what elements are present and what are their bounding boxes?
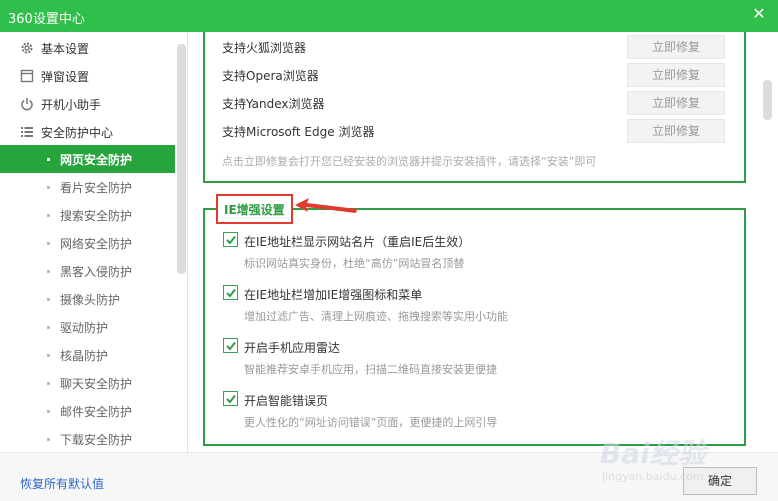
gear-icon bbox=[20, 41, 34, 55]
section-title-highlight: IE增强设置 bbox=[216, 194, 293, 224]
annotation-arrow-icon bbox=[295, 198, 357, 213]
restore-defaults-link[interactable]: 恢复所有默认值 bbox=[20, 475, 104, 492]
sidebar-item-popup-settings[interactable]: 弹窗设置 bbox=[0, 62, 175, 90]
sidebar: 基本设置 弹窗设置 开机小助手 安全防护中心 网页安全防护 看片安全防护 搜索安… bbox=[0, 32, 188, 452]
sidebar-item-search-security[interactable]: 搜索安全防护 bbox=[0, 201, 175, 229]
option-description: 更人性化的“网址访问错误”页面，更便捷的上网引导 bbox=[244, 416, 498, 429]
option-label: 开启手机应用雷达 bbox=[244, 341, 341, 355]
option-description: 增加过滤广告、清理上网痕迹、拖拽搜索等实用小功能 bbox=[244, 310, 508, 323]
sidebar-item-label: 网页安全防护 bbox=[60, 152, 133, 167]
browser-label: 支持Microsoft Edge 浏览器 bbox=[222, 125, 375, 139]
option-label: 在IE地址栏显示网站名片（重启IE后生效） bbox=[244, 235, 471, 249]
sidebar-item-basic-settings[interactable]: 基本设置 bbox=[0, 34, 175, 62]
sidebar-item-web-security[interactable]: 网页安全防护 bbox=[0, 145, 175, 173]
popup-window-icon bbox=[20, 69, 34, 83]
sidebar-item-label: 聊天安全防护 bbox=[60, 376, 133, 391]
sidebar-item-label: 摄像头防护 bbox=[60, 292, 121, 307]
sidebar-item-label: 弹窗设置 bbox=[41, 69, 90, 84]
section-title: IE增强设置 bbox=[224, 202, 285, 217]
sidebar-item-label: 搜索安全防护 bbox=[60, 208, 133, 223]
option-label: 在IE地址栏增加IE增强图标和菜单 bbox=[244, 288, 423, 302]
option-mobile-app-radar: 开启手机应用雷达 智能推荐安卓手机应用，扫描二维码直接安装更便捷 bbox=[223, 337, 733, 383]
browser-support-panel: 支持火狐浏览器 立即修复 支持Opera浏览器 立即修复 支持Yandex浏览器… bbox=[203, 32, 746, 183]
sidebar-item-label: 驱动防护 bbox=[60, 320, 109, 335]
watermark: Bai经验 jingyan.baidu.com bbox=[590, 432, 770, 492]
sidebar-item-label: 邮件安全防护 bbox=[60, 404, 133, 419]
option-show-site-card: 在IE地址栏显示网站名片（重启IE后生效） 标识网站真实身份，杜绝“高仿”网站冒… bbox=[223, 231, 733, 277]
install-hint: 点击立即修复会打开您已经安装的浏览器并提示安装插件，请选择“安装”即可 bbox=[222, 155, 597, 168]
option-description: 智能推荐安卓手机应用，扫描二维码直接安装更便捷 bbox=[244, 363, 497, 376]
sidebar-item-mail-security[interactable]: 邮件安全防护 bbox=[0, 397, 175, 425]
sidebar-item-boot-helper[interactable]: 开机小助手 bbox=[0, 90, 175, 118]
sidebar-scrollbar[interactable] bbox=[177, 44, 186, 274]
browser-row-opera: 支持Opera浏览器 立即修复 bbox=[205, 61, 725, 89]
option-ie-enhance-menu: 在IE地址栏增加IE增强图标和菜单 增加过滤广告、清理上网痕迹、拖拽搜索等实用小… bbox=[223, 284, 733, 330]
close-icon[interactable]: ✕ bbox=[750, 5, 768, 23]
option-smart-error-page: 开启智能错误页 更人性化的“网址访问错误”页面，更便捷的上网引导 bbox=[223, 390, 733, 436]
sidebar-item-label: 安全防护中心 bbox=[41, 125, 114, 140]
sidebar-item-camera-defense[interactable]: 摄像头防护 bbox=[0, 285, 175, 313]
sidebar-item-security-center[interactable]: 安全防护中心 bbox=[0, 118, 175, 146]
ie-settings-panel: IE增强设置 在IE地址栏显示网站名片（重启IE后生效） 标识网站真实身份，杜绝… bbox=[203, 194, 746, 446]
content-scrollbar[interactable] bbox=[763, 80, 772, 120]
fix-now-button[interactable]: 立即修复 bbox=[627, 119, 725, 143]
watermark-url: jingyan.baidu.com bbox=[602, 470, 704, 483]
sidebar-item-label: 黑客入侵防护 bbox=[60, 264, 133, 279]
sidebar-item-label: 看片安全防护 bbox=[60, 180, 133, 195]
sidebar-item-label: 下载安全防护 bbox=[60, 432, 133, 447]
sidebar-item-hacker-defense[interactable]: 黑客入侵防护 bbox=[0, 257, 175, 285]
sidebar-item-label: 基本设置 bbox=[41, 41, 90, 56]
browser-row-edge: 支持Microsoft Edge 浏览器 立即修复 bbox=[205, 117, 725, 145]
sidebar-item-label: 开机小助手 bbox=[41, 97, 102, 112]
browser-label: 支持Opera浏览器 bbox=[222, 69, 319, 83]
window-title: 360设置中心 bbox=[8, 12, 85, 27]
browser-row-firefox: 支持火狐浏览器 立即修复 bbox=[205, 33, 725, 61]
sidebar-item-download-security[interactable]: 下载安全防护 bbox=[0, 425, 175, 452]
option-description: 标识网站真实身份，杜绝“高仿”网站冒名顶替 bbox=[244, 257, 465, 270]
sidebar-item-driver-defense[interactable]: 驱动防护 bbox=[0, 313, 175, 341]
browser-label: 支持火狐浏览器 bbox=[222, 41, 307, 55]
power-icon bbox=[20, 97, 34, 111]
checkbox[interactable] bbox=[223, 391, 238, 406]
browser-row-yandex: 支持Yandex浏览器 立即修复 bbox=[205, 89, 725, 117]
fix-now-button[interactable]: 立即修复 bbox=[627, 63, 725, 87]
sidebar-item-chat-security[interactable]: 聊天安全防护 bbox=[0, 369, 175, 397]
sidebar-item-label: 核晶防护 bbox=[60, 348, 109, 363]
checkbox[interactable] bbox=[223, 285, 238, 300]
main-content: 支持火狐浏览器 立即修复 支持Opera浏览器 立即修复 支持Yandex浏览器… bbox=[190, 32, 760, 452]
watermark-logo: Bai经验 bbox=[600, 437, 706, 470]
sidebar-item-label: 网络安全防护 bbox=[60, 236, 133, 251]
fix-now-button[interactable]: 立即修复 bbox=[627, 91, 725, 115]
fix-now-button[interactable]: 立即修复 bbox=[627, 35, 725, 59]
checkbox[interactable] bbox=[223, 232, 238, 247]
list-icon bbox=[20, 125, 34, 139]
option-label: 开启智能错误页 bbox=[244, 394, 329, 408]
sidebar-item-video-security[interactable]: 看片安全防护 bbox=[0, 173, 175, 201]
sidebar-item-network-security[interactable]: 网络安全防护 bbox=[0, 229, 175, 257]
sidebar-item-core-defense[interactable]: 核晶防护 bbox=[0, 341, 175, 369]
checkbox[interactable] bbox=[223, 338, 238, 353]
browser-label: 支持Yandex浏览器 bbox=[222, 97, 325, 111]
title-bar: 360设置中心 ✕ bbox=[0, 0, 778, 32]
